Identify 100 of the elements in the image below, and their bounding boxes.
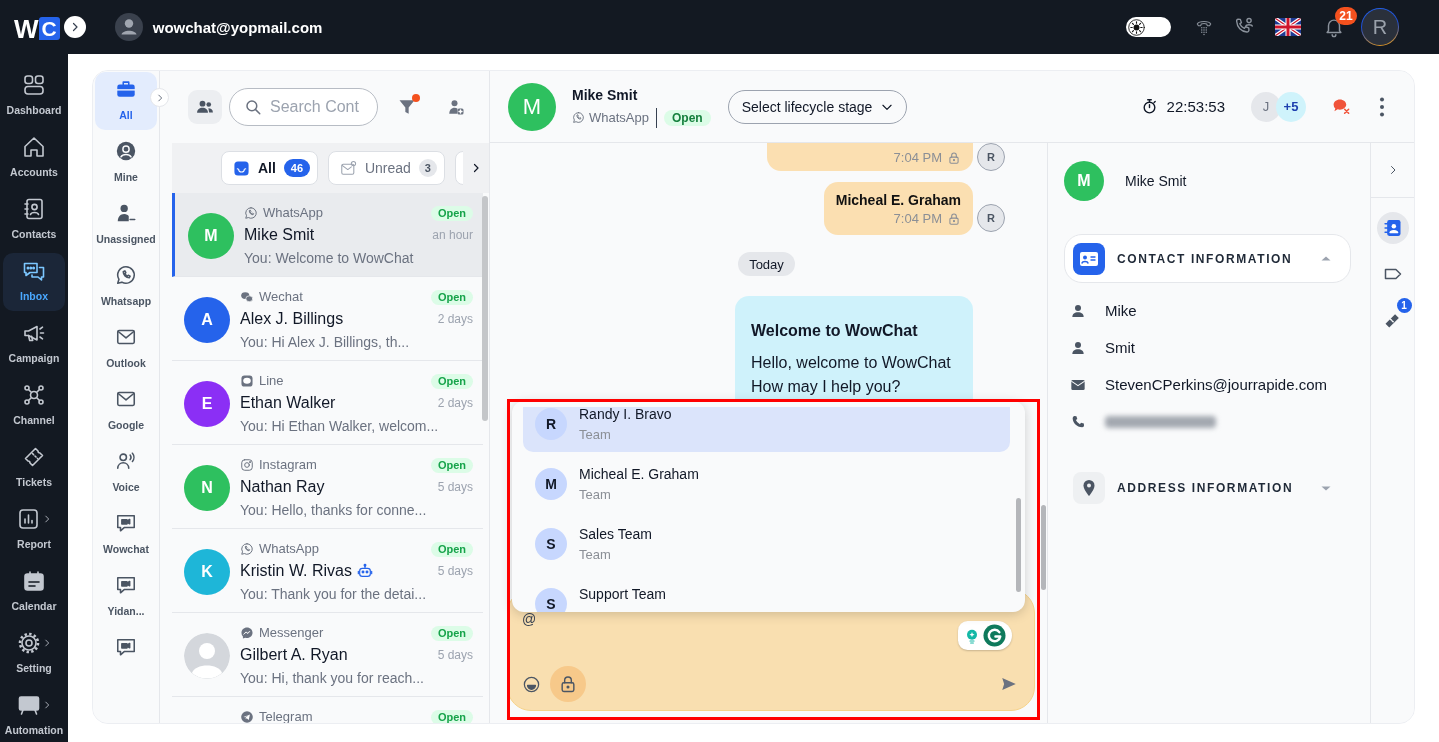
inbox-filter[interactable]: Outlook <box>95 320 157 378</box>
timestamp: 2 days <box>437 395 473 411</box>
user-avatar-icon <box>114 13 143 41</box>
person-minus-icon <box>115 202 137 224</box>
message-text: How may I help you? <box>751 377 902 397</box>
expand-button[interactable] <box>63 16 86 38</box>
conversation-item[interactable]: Messenger Open Gilbert A. Ryan 5 days You: Hi, thank you for reach... <box>172 613 483 697</box>
mention-option[interactable]: S Support Team <box>523 576 1010 612</box>
emoji-icon[interactable] <box>522 674 541 694</box>
channel-name: WhatsApp <box>263 205 323 221</box>
circle-logo-icon <box>983 624 1006 647</box>
grid-icon <box>22 73 46 97</box>
private-note-button[interactable] <box>550 666 586 702</box>
conversation-item[interactable]: N Instagram Open Nathan Ray 5 days You: Hello, thanks for conne... <box>172 445 483 529</box>
conversation-item[interactable]: A Wechat Open Alex J. Billings 2 days You: Hi Alex J. Billings, th... <box>172 277 483 361</box>
inbox-filter[interactable]: Unassigned <box>95 196 157 254</box>
channel-name: Wechat <box>259 289 303 305</box>
contacts-button[interactable] <box>188 90 222 124</box>
chat-square-icon <box>240 374 254 388</box>
section-header[interactable]: CONTACT INFORMATION <box>1064 234 1351 283</box>
conversation-item[interactable]: E Line Open Ethan Walker 2 days You: Hi Ethan Walker, welcom... <box>172 361 483 445</box>
lightning-bubble-icon <box>240 626 254 640</box>
more-menu-icon[interactable] <box>1378 96 1386 117</box>
mention-name: Sales Team <box>579 525 652 543</box>
mention-option[interactable]: R Randy I. Bravo Team <box>523 407 1010 452</box>
scrollbar[interactable] <box>1041 505 1046 590</box>
nav-item[interactable]: Dashboard <box>3 67 65 125</box>
contact-name: Mike Smit <box>572 85 639 104</box>
contact-avatar: N <box>184 465 230 511</box>
message-preview: You: Thank you for the detai... <box>240 585 428 603</box>
notification-badge: 21 <box>1335 7 1357 25</box>
inbox-filter[interactable]: All <box>95 72 157 130</box>
nav-item[interactable]: Automation <box>3 687 65 742</box>
section-header[interactable]: ADDRESS INFORMATION <box>1064 463 1351 512</box>
assistant-widget[interactable] <box>958 621 1012 650</box>
nav-item[interactable]: Accounts <box>3 129 65 187</box>
panel-tab[interactable] <box>1376 212 1409 244</box>
profile-avatar[interactable]: R <box>1361 8 1399 46</box>
mention-avatar: S <box>535 528 567 560</box>
send-icon[interactable] <box>1000 675 1018 693</box>
nav-item[interactable]: Channel <box>3 377 65 435</box>
timestamp: 2 days <box>437 311 473 327</box>
nav-item[interactable]: Tickets <box>3 439 65 497</box>
chat-bubble-icon <box>115 264 137 286</box>
house-icon <box>22 135 46 159</box>
bar-chart-icon <box>16 507 41 531</box>
contact-name: Mike Smit <box>1125 173 1187 189</box>
channel-name: Telegram <box>259 709 313 723</box>
search-icon <box>244 98 262 116</box>
app-logo: WC <box>14 14 60 43</box>
search-field[interactable]: Search Cont <box>229 88 378 126</box>
inbox-filter[interactable]: Wowchat <box>95 506 157 564</box>
mention-option[interactable]: M Micheal E. Graham Team <box>523 456 1010 512</box>
chat-bubbles-icon <box>240 290 254 304</box>
user-email: wowchat@yopmail.com <box>152 18 323 36</box>
nav-item[interactable]: Contacts <box>3 191 65 249</box>
conversation-item[interactable]: M WhatsApp Open Mike Smit an hour You: Welcome to WowChat <box>172 193 483 277</box>
nav-item[interactable]: Setting <box>3 625 65 683</box>
network-icon <box>22 383 46 407</box>
ticket-icon <box>22 445 46 469</box>
inbox-filter[interactable]: Whatsapp <box>95 258 157 316</box>
nav-item[interactable]: Inbox <box>3 253 65 311</box>
conversation-item[interactable]: Telegram Open <box>172 697 483 723</box>
mention-avatar: R <box>535 408 567 440</box>
more-participants-badge[interactable]: +5 <box>1276 91 1306 122</box>
scrollbar[interactable] <box>1016 498 1021 592</box>
inbox-filter[interactable]: Voice <box>95 444 157 502</box>
filter-tab[interactable]: Unread 3 <box>327 151 445 185</box>
calendar-icon <box>22 569 46 593</box>
inbox-filter[interactable]: Google <box>95 382 157 440</box>
contact-name: Ethan Walker <box>240 393 336 413</box>
nav-item[interactable]: Calendar <box>3 563 65 621</box>
channel-name: Line <box>259 373 284 389</box>
flag-icon[interactable] <box>1275 18 1301 36</box>
inbox-filter[interactable]: Yidan... <box>95 568 157 626</box>
search-input[interactable]: Search Cont <box>270 96 377 118</box>
address-book-icon <box>22 197 46 221</box>
channel-name: Messenger <box>259 625 324 641</box>
contact-name: Gilbert A. Ryan <box>240 645 348 665</box>
location-pin-icon <box>1073 471 1105 504</box>
chat-bubble-icon <box>572 111 585 124</box>
nav-item[interactable]: Campaign <box>3 315 65 373</box>
channel-name: WhatsApp <box>259 541 319 557</box>
person-icon <box>1070 302 1086 319</box>
theme-toggle[interactable] <box>1126 17 1171 37</box>
status-badge: Open <box>430 289 473 305</box>
board-icon <box>16 693 41 717</box>
filter-tab[interactable]: All 46 <box>221 151 318 185</box>
person-circle-icon <box>115 140 137 162</box>
nav-item[interactable]: Report <box>3 501 65 559</box>
address-book-icon <box>1382 218 1403 238</box>
message-preview: You: Welcome to WowChat <box>244 249 415 267</box>
status-badge: Open <box>430 541 473 557</box>
conversation-item[interactable]: K WhatsApp Open Kristin W. Rivas 5 days You: Thank you for the detai... <box>172 529 483 613</box>
add-person-icon[interactable] <box>447 97 465 117</box>
mention-option[interactable]: S Sales Team Team <box>523 516 1010 572</box>
contact-name: Mike Smit <box>244 225 315 245</box>
scrollbar[interactable] <box>482 196 488 421</box>
inbox-filter[interactable]: Mine <box>95 134 157 192</box>
chat-close-icon[interactable] <box>1332 97 1351 116</box>
